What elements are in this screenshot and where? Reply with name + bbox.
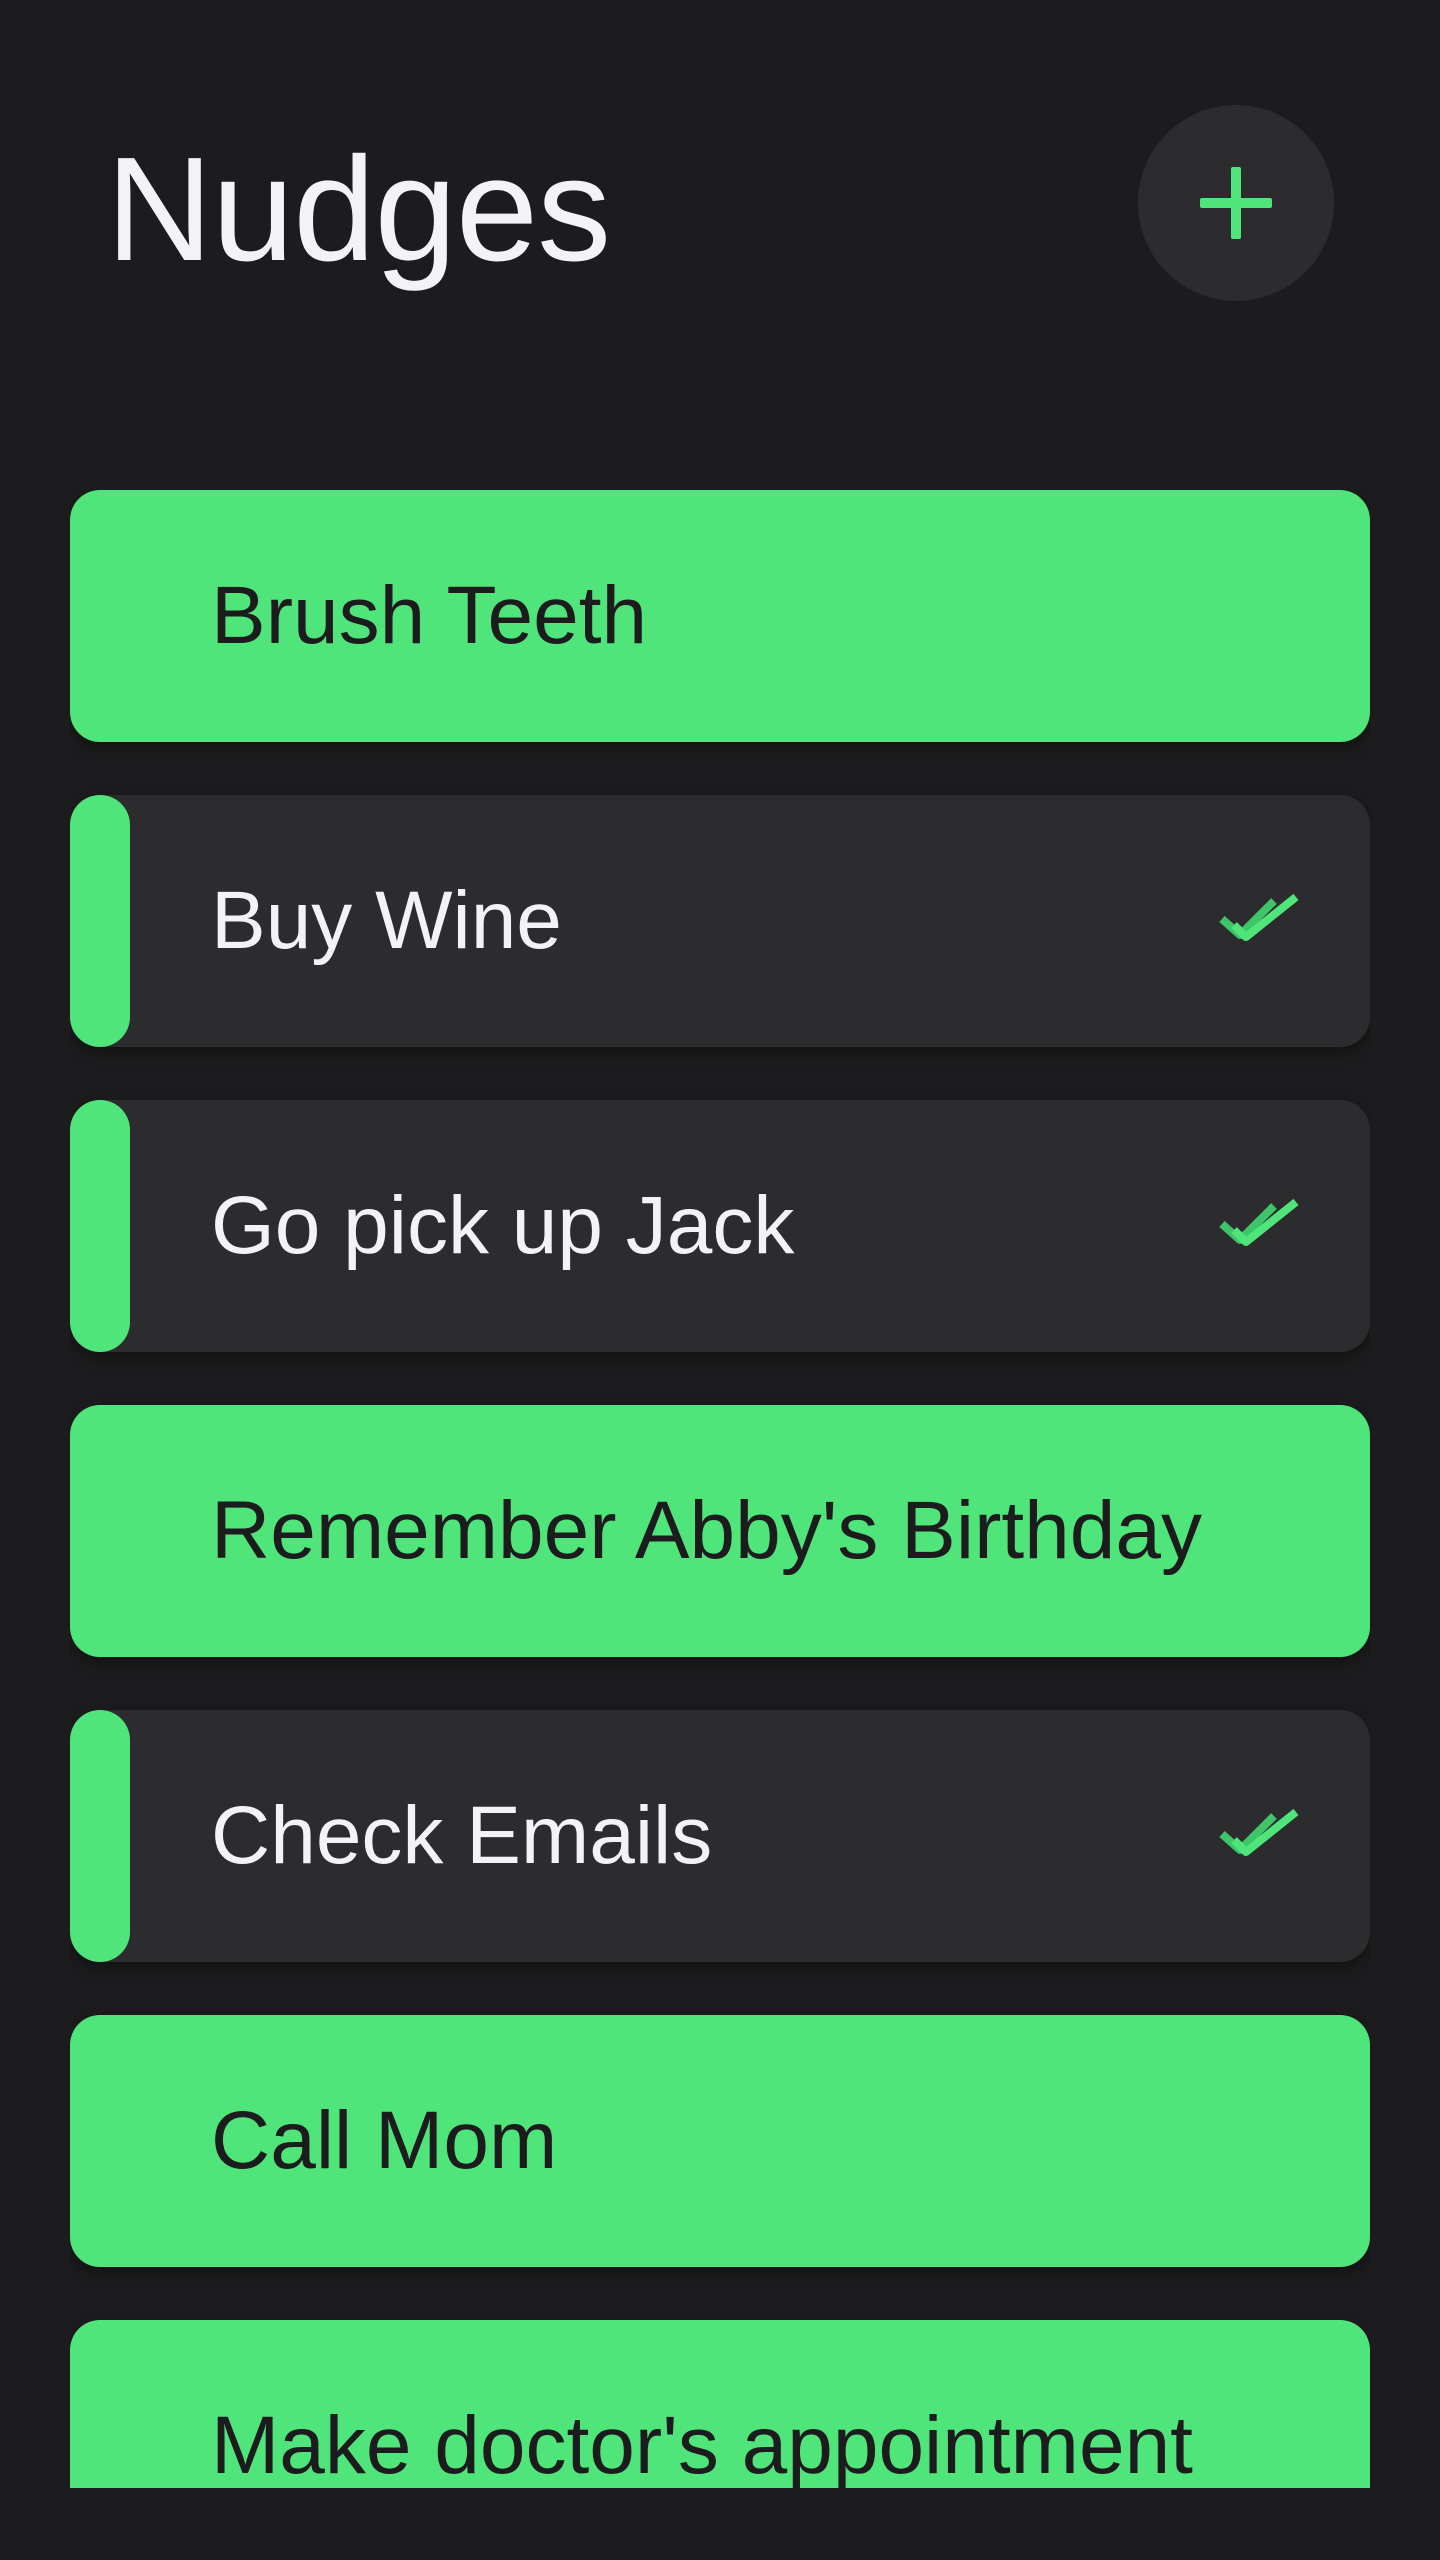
nudge-label: Brush Teeth [211,570,648,661]
nudge-list[interactable]: Brush Teeth Buy Wine Go pick up Jack Rem… [70,490,1370,2488]
nudge-card-remember-abbys-birthday[interactable]: Remember Abby's Birthday [70,1405,1370,1657]
plus-icon [1200,167,1272,239]
nudge-label: Check Emails [211,1790,713,1881]
double-check-icon [1219,1198,1299,1246]
nudge-label: Go pick up Jack [211,1180,795,1271]
page-title: Nudges [106,127,611,292]
nudge-card-buy-wine[interactable]: Buy Wine [70,795,1370,1047]
nudge-card-check-emails[interactable]: Check Emails [70,1710,1370,1962]
add-nudge-button[interactable] [1138,105,1334,301]
nudge-card-call-mom[interactable]: Call Mom [70,2015,1370,2267]
header: Nudges [0,0,1440,400]
completed-indicator [70,1100,130,1352]
double-check-icon [1219,1808,1299,1856]
nudge-card-brush-teeth[interactable]: Brush Teeth [70,490,1370,742]
completed-indicator [70,795,130,1047]
nudge-label: Make doctor's appointment [211,2400,1193,2488]
nudge-label: Call Mom [211,2095,558,2186]
double-check-icon [1219,893,1299,941]
nudge-card-make-doctors-appointment[interactable]: Make doctor's appointment [70,2320,1370,2488]
completed-indicator [70,1710,130,1962]
nudge-card-go-pick-up-jack[interactable]: Go pick up Jack [70,1100,1370,1352]
nudge-label: Remember Abby's Birthday [211,1485,1202,1576]
nudge-label: Buy Wine [211,875,562,966]
